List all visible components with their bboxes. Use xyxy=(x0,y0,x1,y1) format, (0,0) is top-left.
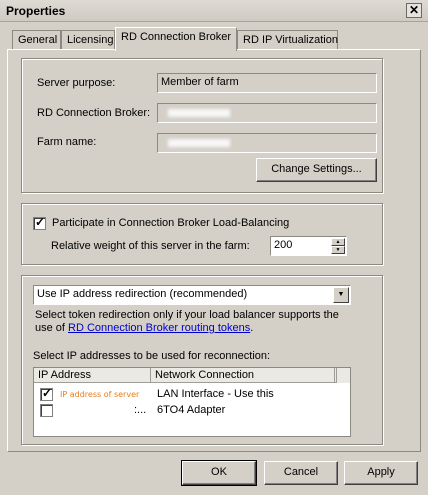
ok-button[interactable]: OK xyxy=(181,460,257,486)
redirection-select-value: Use IP address redirection (recommended) xyxy=(37,288,248,300)
window-title: Properties xyxy=(6,4,66,18)
server-purpose-field: Member of farm xyxy=(157,73,377,93)
spin-up-icon[interactable]: ▲ xyxy=(331,238,345,246)
checkmark-icon: ✓ xyxy=(35,215,46,229)
cancel-button[interactable]: Cancel xyxy=(264,461,338,485)
ip-address-cell: IP address of server xyxy=(60,390,140,399)
apply-button[interactable]: Apply xyxy=(344,461,418,485)
list-header: IP Address Network Connection xyxy=(34,368,350,383)
farm-name-label: Farm name: xyxy=(37,136,97,148)
connection-broker-field xyxy=(157,103,377,123)
spin-down-icon[interactable]: ▼ xyxy=(331,246,345,254)
row-checkbox[interactable]: ✓ xyxy=(40,386,53,401)
ip-address-list[interactable]: IP Address Network Connection ✓ IP addre… xyxy=(33,367,351,437)
routing-tokens-link[interactable]: RD Connection Broker routing tokens xyxy=(68,322,250,334)
title-bar: Properties ✕ xyxy=(0,0,428,22)
table-row[interactable]: ✓ IP address of server LAN Interface - U… xyxy=(34,386,350,403)
tab-general[interactable]: General xyxy=(12,30,61,50)
help-text-suffix: . xyxy=(250,322,254,334)
ip-select-label: Select IP addresses to be used for recon… xyxy=(33,350,271,362)
column-network-connection[interactable]: Network Connection xyxy=(151,368,335,383)
change-settings-button[interactable]: Change Settings... xyxy=(256,158,377,182)
table-row[interactable]: :... 6TO4 Adapter xyxy=(34,403,350,419)
row-checkbox[interactable] xyxy=(40,404,53,417)
weight-value: 200 xyxy=(274,239,293,251)
header-corner xyxy=(336,368,350,383)
help-text-line2: use of RD Connection Broker routing toke… xyxy=(35,322,253,334)
tab-rd-ip-virtualization[interactable]: RD IP Virtualization xyxy=(237,30,338,50)
redacted-value xyxy=(168,139,230,147)
checkmark-icon: ✓ xyxy=(42,386,53,400)
weight-label: Relative weight of this server in the fa… xyxy=(51,240,250,252)
farm-name-field xyxy=(157,133,377,153)
redirection-select[interactable]: Use IP address redirection (recommended)… xyxy=(33,285,351,305)
ip-address-cell: :... xyxy=(134,404,147,416)
network-connection-cell: LAN Interface - Use this xyxy=(157,388,274,400)
participate-label: Participate in Connection Broker Load-Ba… xyxy=(52,217,290,229)
help-text-line1: Select token redirection only if your lo… xyxy=(35,309,339,321)
participate-checkbox[interactable]: ✓ xyxy=(33,215,46,230)
close-icon[interactable]: ✕ xyxy=(406,3,422,18)
tab-rd-connection-broker[interactable]: RD Connection Broker xyxy=(115,27,237,51)
server-purpose-label: Server purpose: xyxy=(37,77,116,89)
redacted-value xyxy=(168,109,230,117)
server-purpose-value: Member of farm xyxy=(161,76,239,88)
help-text-prefix: use of xyxy=(35,322,69,334)
weight-spinner[interactable]: 200 ▲ ▼ xyxy=(270,236,347,256)
column-ip-address[interactable]: IP Address xyxy=(34,368,151,383)
connection-broker-label: RD Connection Broker: xyxy=(37,107,151,119)
tab-licensing[interactable]: Licensing xyxy=(61,30,115,50)
chevron-down-icon[interactable]: ▼ xyxy=(333,287,349,303)
network-connection-cell: 6TO4 Adapter xyxy=(157,404,226,416)
